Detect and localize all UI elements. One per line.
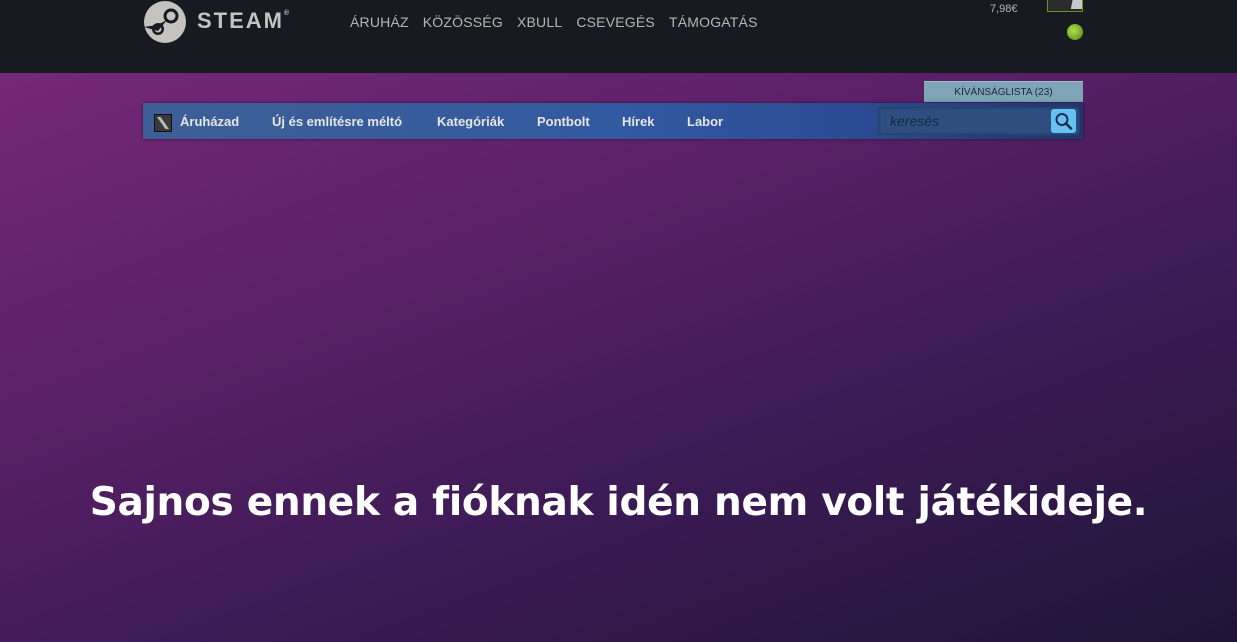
user-avatar[interactable]: [1047, 0, 1083, 12]
search-button[interactable]: [1051, 109, 1076, 133]
top-header: STEAM ® ÁRUHÁZ KÖZÖSSÉG XBULL CSEVEGÉS TÁ…: [0, 0, 1237, 73]
nav-xbull[interactable]: XBULL: [517, 14, 562, 30]
nav-community[interactable]: KÖZÖSSÉG: [423, 14, 503, 30]
steam-logo-icon: [144, 1, 186, 43]
nav-store[interactable]: ÁRUHÁZ: [350, 14, 409, 30]
store-nav-categories[interactable]: Kategóriák: [437, 103, 504, 139]
online-status-icon: [1067, 24, 1083, 40]
store-nav-your-store[interactable]: Áruházad: [180, 103, 239, 139]
store-avatar-icon: [154, 114, 172, 132]
page-headline: Sajnos ennek a fióknak idén nem volt ját…: [89, 480, 1148, 525]
store-nav-news[interactable]: Hírek: [622, 103, 655, 139]
store-search: [878, 107, 1080, 135]
store-nav-points-shop[interactable]: Pontbolt: [537, 103, 590, 139]
main-nav: ÁRUHÁZ KÖZÖSSÉG XBULL CSEVEGÉS TÁMOGATÁS: [350, 14, 772, 30]
avatar-image: [1070, 0, 1082, 9]
search-input[interactable]: [878, 107, 1048, 135]
search-icon: [1055, 113, 1073, 130]
nav-chat[interactable]: CSEVEGÉS: [576, 14, 655, 30]
wallet-balance[interactable]: 7,98€: [990, 3, 1018, 15]
registered-mark: ®: [283, 10, 291, 17]
store-nav-new-noteworthy[interactable]: Új és említésre méltó: [272, 103, 402, 139]
nav-support[interactable]: TÁMOGATÁS: [669, 14, 758, 30]
wishlist-button[interactable]: KÍVÁNSÁGLISTA (23): [924, 81, 1083, 102]
steam-wordmark: STEAM ®: [197, 8, 289, 34]
steam-wordmark-text: STEAM: [197, 8, 284, 33]
steam-logo[interactable]: STEAM ®: [143, 0, 289, 44]
store-nav-labs[interactable]: Labor: [687, 103, 723, 139]
store-nav: Áruházad Új és említésre méltó Kategóriá…: [143, 103, 1083, 139]
